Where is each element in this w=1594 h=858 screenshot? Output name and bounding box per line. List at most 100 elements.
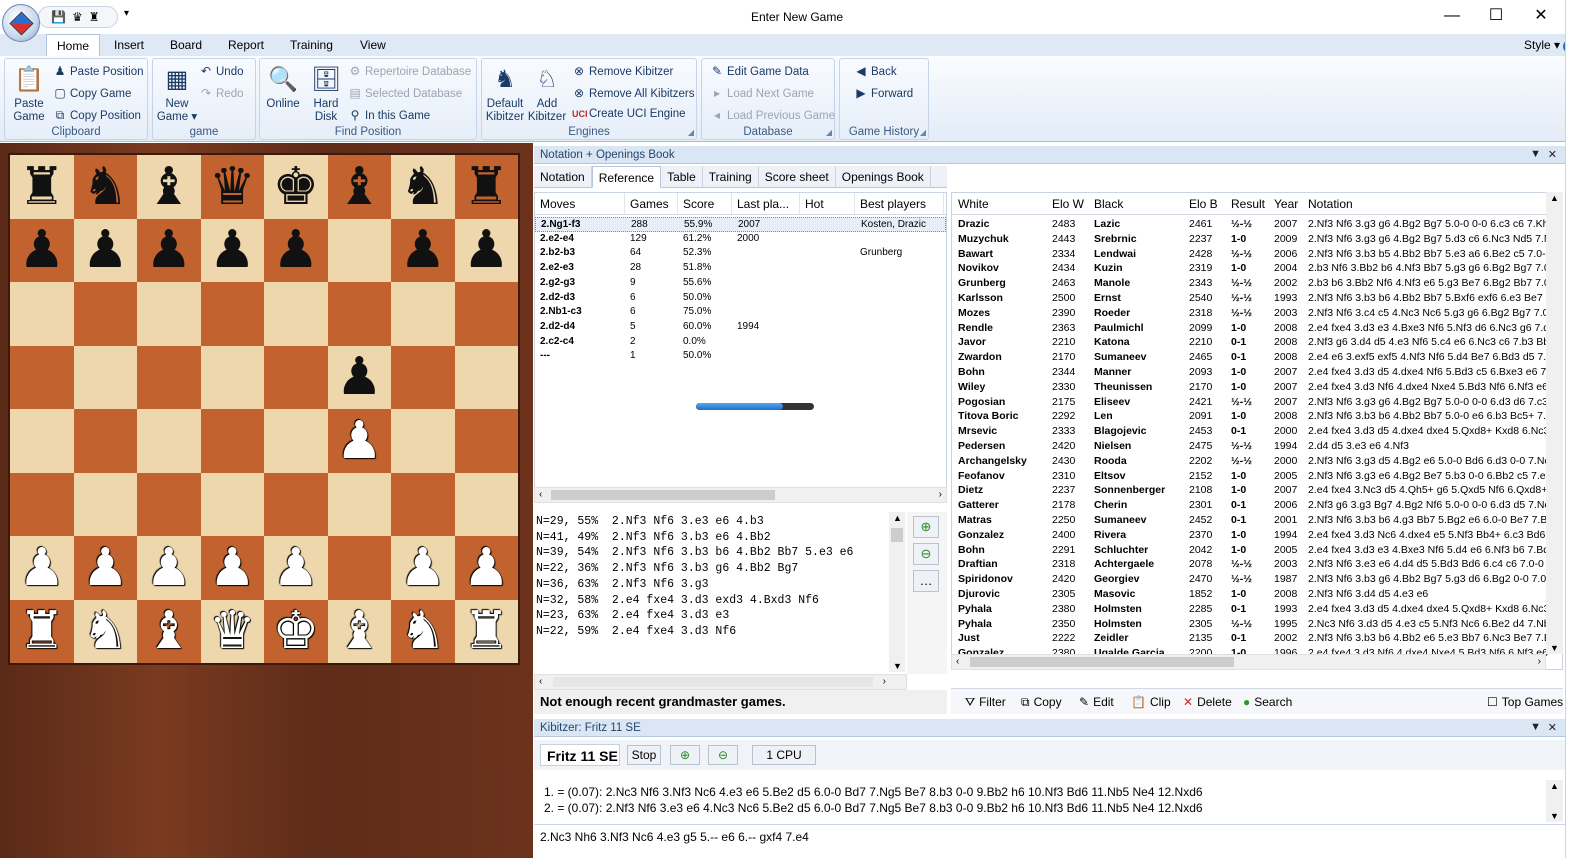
white-pawn-icon[interactable]: ♟	[209, 542, 256, 594]
tab-training[interactable]: Training	[703, 166, 759, 188]
close-button[interactable]: ✕	[1521, 4, 1561, 28]
white-bishop-icon[interactable]: ♝	[145, 605, 192, 657]
board-square[interactable]: ♟	[454, 536, 518, 600]
table-row[interactable]: Pedersen 2420 Nielsen 2475 ½-½ 1994 2.d4 d5 3.…	[952, 439, 1552, 454]
table-row[interactable]: Gonzalez 2400 Rivera 2370 1-0 1994 2.e4 fxe4 3…	[952, 528, 1552, 543]
table-row[interactable]: Drazic 2483 Lazic 2461 ½-½ 2007 2.Nf3 Nf6 3.g3…	[952, 217, 1552, 232]
table-row[interactable]: Mozes 2390 Roeder 2318 ½-½ 2003 2.Nf3 Nf6 3.c4…	[952, 306, 1552, 321]
col-games[interactable]: Games	[625, 193, 678, 214]
statistics-vertical-scrollbar[interactable]: ▲ ▼	[889, 512, 905, 672]
load-previous-game-button[interactable]: ◂ Load Previous Game	[710, 108, 835, 122]
board-square[interactable]: ♟	[137, 536, 201, 600]
analysis-line-1[interactable]: 1. = (0.07): 2.Nc3 Nf6 3.Nf3 Nc6 4.e3 e6…	[544, 784, 1546, 800]
statistics-horizontal-scrollbar[interactable]: ‹ ›	[534, 674, 907, 690]
scroll-thumb[interactable]	[891, 528, 903, 542]
board-square[interactable]	[137, 345, 201, 409]
engines-launcher-icon[interactable]: ◢	[688, 128, 694, 137]
board-square[interactable]: ♞	[73, 599, 137, 663]
white-pawn-icon[interactable]: ♟	[272, 542, 319, 594]
table-row[interactable]: 2.Ng1-f3 288 55.9% 2007 Kosten, Drazic	[535, 217, 946, 232]
table-row[interactable]: 2.b2-b3 64 52.3% Grunberg	[535, 246, 946, 261]
increase-lines-button[interactable]: ⊕	[670, 745, 700, 765]
board-square[interactable]: ♟	[264, 536, 328, 600]
white-pawn-icon[interactable]: ♟	[399, 542, 446, 594]
kibitzer-vertical-scrollbar[interactable]: ▲ ▼	[1546, 780, 1563, 822]
black-knight-icon[interactable]: ♞	[399, 161, 446, 213]
col-result[interactable]: Result	[1231, 197, 1265, 211]
statistics-line[interactable]: N=32, 58% 2.e4 fxe4 3.d3 exd3 4.Bxd3 Nf6	[536, 593, 907, 609]
col-black[interactable]: Black	[1094, 197, 1123, 211]
table-row[interactable]: Just 2222 Zeidler 2135 0-1 2002 2.Nf3 Nf6 3.b3…	[952, 631, 1552, 646]
board-square[interactable]	[200, 345, 264, 409]
board-square[interactable]	[327, 536, 391, 600]
board-square[interactable]: ♟	[10, 536, 74, 600]
scroll-right-icon[interactable]: ›	[1538, 656, 1541, 667]
board-square[interactable]	[73, 472, 137, 536]
panel-close-icon[interactable]: ✕	[1548, 148, 1557, 161]
table-row[interactable]: Bohn 2344 Manner 2093 1-0 2007 2.e4 fxe4 3.d3 …	[952, 365, 1552, 380]
games-horizontal-scrollbar[interactable]: ‹ ›	[951, 654, 1546, 670]
table-row[interactable]: 2.e2-e4 129 61.2% 2000	[535, 232, 946, 247]
default-kibitzer-button[interactable]: ♞ Default Kibitzer	[484, 63, 526, 124]
black-bishop-icon[interactable]: ♝	[336, 161, 383, 213]
board-square[interactable]: ♝	[327, 155, 391, 219]
table-row[interactable]: Zwardon 2170 Sumaneev 2465 0-1 2008 2.e4 e6 3.…	[952, 350, 1552, 365]
white-pawn-icon[interactable]: ♟	[82, 542, 129, 594]
tab-view[interactable]: View	[350, 34, 396, 56]
white-rook-icon[interactable]: ♜	[18, 605, 65, 657]
more-options-button[interactable]: …	[913, 570, 939, 592]
minimize-button[interactable]: —	[1432, 4, 1472, 28]
board-square[interactable]: ♛	[200, 155, 264, 219]
board-square[interactable]: ♟	[391, 536, 455, 600]
black-knight-icon[interactable]: ♞	[82, 161, 129, 213]
table-row[interactable]: Grunberg 2463 Manole 2343 ½-½ 2002 2.b3 b6 3.B…	[952, 276, 1552, 291]
white-pawn-icon[interactable]: ♟	[145, 542, 192, 594]
edit-game-data-button[interactable]: ✎ Edit Game Data	[710, 64, 809, 78]
board-square[interactable]	[327, 282, 391, 346]
col-best-players[interactable]: Best players	[855, 193, 944, 214]
board-square[interactable]	[454, 282, 518, 346]
table-row[interactable]: 2.g2-g3 9 55.6%	[535, 276, 946, 291]
scroll-up-icon[interactable]: ▲	[1550, 193, 1559, 203]
table-row[interactable]: 2.e2-e3 28 51.8%	[535, 261, 946, 276]
panel-menu-icon[interactable]: ▼	[1530, 721, 1541, 733]
board-square[interactable]	[327, 472, 391, 536]
black-bishop-icon[interactable]: ♝	[145, 161, 192, 213]
board-square[interactable]: ♟	[73, 536, 137, 600]
black-pawn-icon[interactable]: ♟	[82, 224, 129, 276]
statistics-line[interactable]: N=22, 36% 2.Nf3 Nf6 3.b3 g6 4.Bb2 Bg7	[536, 561, 907, 577]
table-row[interactable]: Matras 2250 Sumaneev 2452 0-1 2001 2.Nf3 Nf6 3…	[952, 513, 1552, 528]
zoom-out-button[interactable]: ⊖	[913, 543, 939, 565]
board-square[interactable]	[73, 282, 137, 346]
moves-table-horizontal-scrollbar[interactable]: ‹ ›	[534, 487, 947, 503]
board-square[interactable]: ♞	[73, 155, 137, 219]
table-row[interactable]: Archangelsky 2430 Rooda 2202 ½-½ 2000 2.Nf3 Nf…	[952, 454, 1552, 469]
table-row[interactable]: --- 1 50.0%	[535, 349, 946, 364]
create-uci-engine-button[interactable]: UCI Create UCI Engine	[572, 108, 686, 120]
board-square[interactable]	[391, 345, 455, 409]
board-square[interactable]	[200, 472, 264, 536]
back-button[interactable]: ◀ Back	[854, 64, 896, 78]
board-square[interactable]	[73, 409, 137, 473]
table-row[interactable]: Djurovic 2305 Masovic 1852 1-0 2008 2.Nf3 Nf6 …	[952, 587, 1552, 602]
board-square[interactable]: ♝	[137, 155, 201, 219]
scroll-right-icon[interactable]: ›	[939, 489, 942, 500]
black-pawn-icon[interactable]: ♟	[18, 224, 65, 276]
board-square[interactable]: ♜	[10, 599, 74, 663]
board-square[interactable]	[264, 409, 328, 473]
scroll-up-icon[interactable]: ▲	[893, 513, 902, 523]
white-king-icon[interactable]: ♚	[272, 605, 319, 657]
board-square[interactable]	[264, 345, 328, 409]
board-square[interactable]	[137, 409, 201, 473]
tab-openings-book[interactable]: Openings Book	[836, 166, 931, 188]
database-launcher-icon[interactable]: ◢	[826, 128, 832, 137]
table-row[interactable]: 2.d2-d4 5 60.0% 1994	[535, 320, 946, 335]
board-square[interactable]: ♟	[264, 218, 328, 282]
board-square[interactable]	[391, 409, 455, 473]
stop-button[interactable]: Stop	[627, 745, 661, 765]
table-row[interactable]: Pyhala 2350 Holmsten 2305 ½-½ 1995 2.Nc3 Nf6 3…	[952, 617, 1552, 632]
board-square[interactable]: ♟	[73, 218, 137, 282]
copy-game-button[interactable]: ▢ Copy Game	[53, 86, 131, 100]
copy-position-button[interactable]: ⧉ Copy Position	[53, 108, 141, 123]
col-last-played[interactable]: Last pla...	[732, 193, 800, 214]
